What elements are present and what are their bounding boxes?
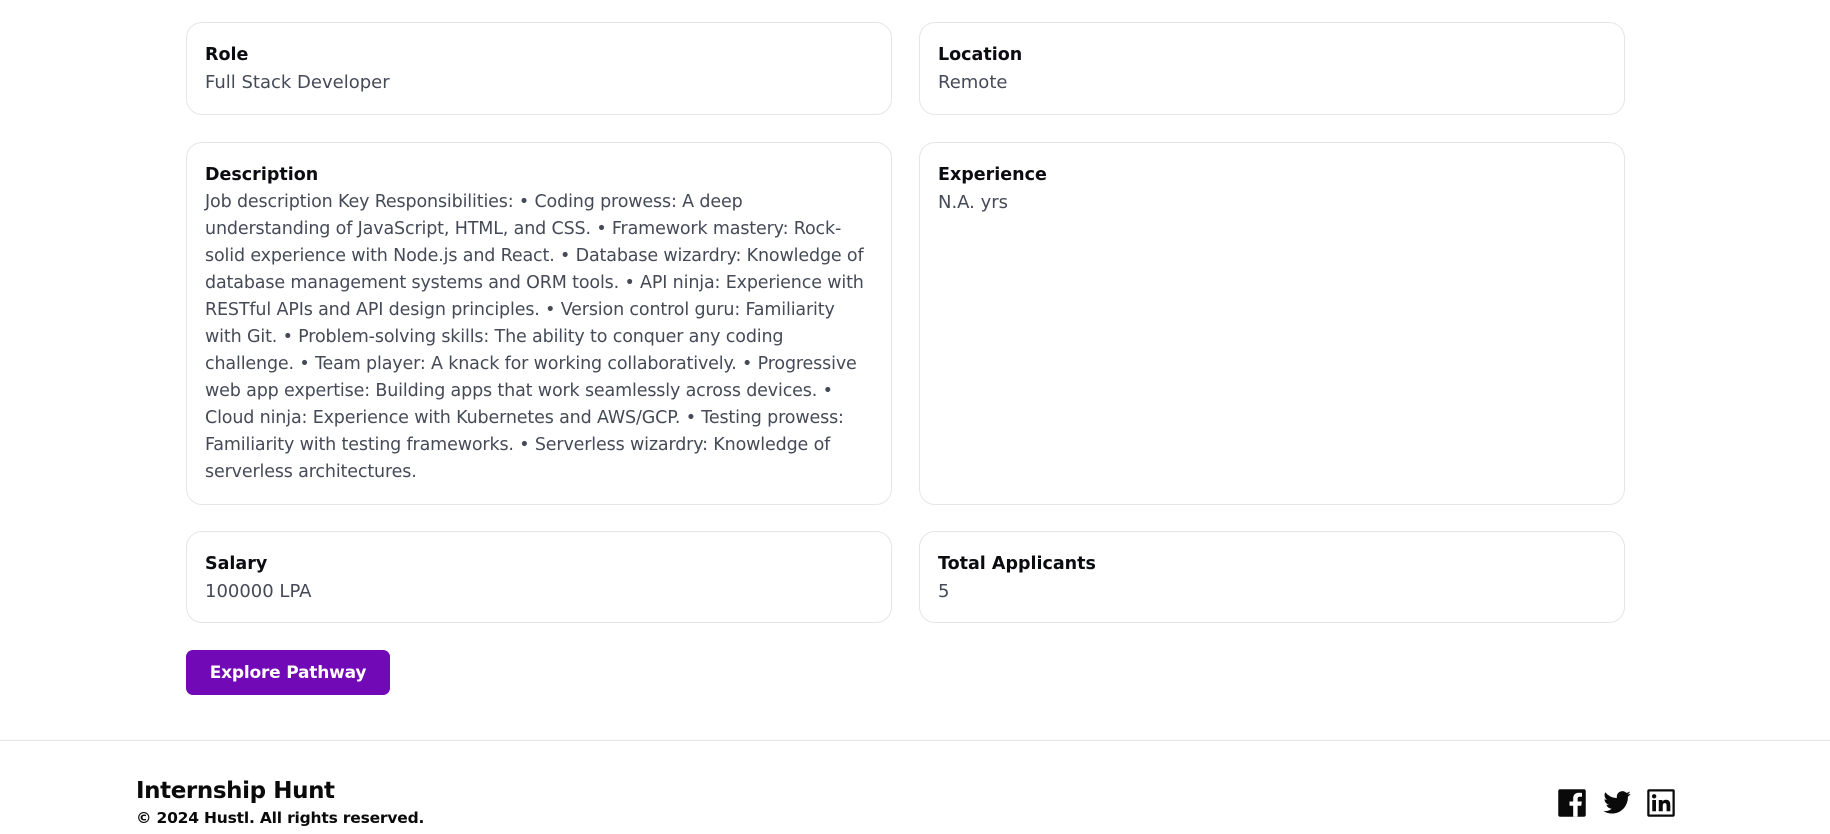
salary-label: Salary xyxy=(205,554,268,574)
description-value: Job description Key Responsibilities: • … xyxy=(205,192,864,482)
role-card: Role Full Stack Developer xyxy=(186,22,892,115)
location-value: Remote xyxy=(938,72,1008,93)
experience-value: N.A. yrs xyxy=(938,192,1009,213)
footer-brand: Internship Hunt xyxy=(136,778,335,804)
explore-pathway-button[interactable]: Explore Pathway xyxy=(186,650,390,695)
role-label: Role xyxy=(205,45,249,65)
footer-divider xyxy=(0,740,1830,741)
footer-copyright: © 2024 Hustl. All rights reserved. xyxy=(136,809,425,827)
location-card: Location Remote xyxy=(919,22,1625,115)
experience-card: Experience N.A. yrs xyxy=(919,142,1625,505)
total-applicants-label: Total Applicants xyxy=(938,554,1096,574)
facebook-icon[interactable] xyxy=(1557,788,1587,818)
salary-card: Salary 100000 LPA xyxy=(186,531,892,623)
twitter-icon[interactable] xyxy=(1602,788,1632,818)
role-value: Full Stack Developer xyxy=(205,72,390,93)
location-label: Location xyxy=(938,45,1023,65)
job-details-page: Role Full Stack Developer Location Remot… xyxy=(0,0,1830,834)
experience-label: Experience xyxy=(938,165,1047,185)
salary-value: 100000 LPA xyxy=(205,581,312,602)
linkedin-icon[interactable] xyxy=(1646,788,1676,818)
description-card: Description Job description Key Responsi… xyxy=(186,142,892,505)
total-applicants-card: Total Applicants 5 xyxy=(919,531,1625,623)
description-label: Description xyxy=(205,165,319,185)
total-applicants-value: 5 xyxy=(938,581,950,602)
